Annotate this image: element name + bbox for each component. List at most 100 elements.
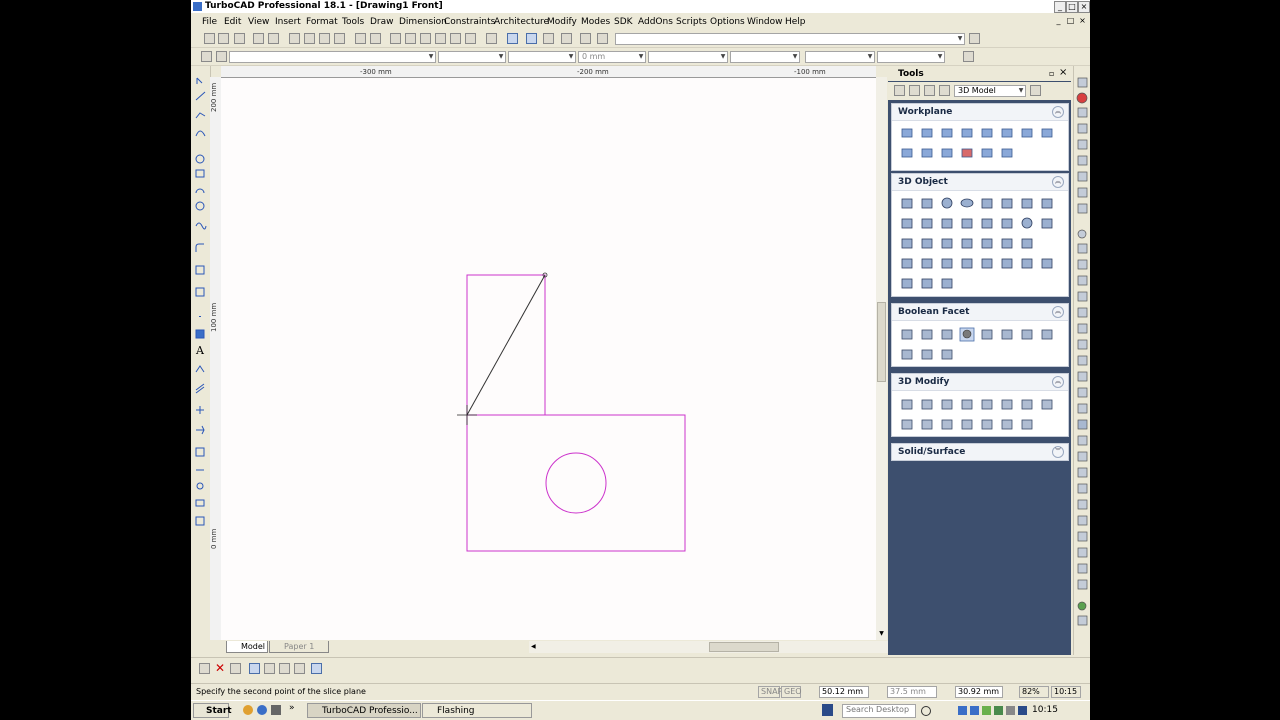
list-icon[interactable] bbox=[230, 663, 241, 674]
close-button[interactable]: × bbox=[1078, 1, 1090, 13]
tray-icon[interactable] bbox=[982, 706, 991, 715]
line-width-combo[interactable]: 0 mm ▼ bbox=[578, 51, 646, 63]
color-combo[interactable]: ▼ bbox=[438, 51, 506, 63]
tray-icon[interactable] bbox=[1018, 706, 1027, 715]
mode-select[interactable]: 3D Model ▼ bbox=[954, 85, 1026, 97]
plane-icon[interactable] bbox=[294, 663, 305, 674]
palette-options-icon[interactable] bbox=[1030, 85, 1041, 96]
vertical-scrollbar[interactable]: ▼ bbox=[876, 77, 887, 640]
command-combo[interactable]: ▼ bbox=[615, 33, 965, 45]
layer-manager-icon[interactable] bbox=[216, 51, 227, 62]
tray-icon[interactable] bbox=[1006, 706, 1015, 715]
properties-icon[interactable] bbox=[486, 33, 497, 44]
zoom-out-icon[interactable] bbox=[405, 33, 416, 44]
keep-both-icon[interactable] bbox=[264, 663, 275, 674]
mdi-minimize-button[interactable]: _ bbox=[1054, 16, 1063, 25]
horizontal-scroll-thumb[interactable] bbox=[709, 642, 779, 652]
menu-architecture[interactable]: Architecture bbox=[494, 17, 549, 27]
scroll-down-arrow[interactable]: ▼ bbox=[877, 629, 886, 638]
menu-edit[interactable]: Edit bbox=[224, 17, 241, 27]
scroll-left-arrow[interactable]: ◀ bbox=[531, 642, 540, 652]
tray-icon[interactable] bbox=[958, 706, 967, 715]
snap-indicator[interactable]: SNAP bbox=[758, 686, 782, 698]
help-icon[interactable] bbox=[969, 33, 980, 44]
expand-icon[interactable]: ︾ bbox=[1052, 446, 1064, 458]
keep-one-icon[interactable] bbox=[279, 663, 290, 674]
redo-icon[interactable] bbox=[370, 33, 381, 44]
minimize-button[interactable]: _ bbox=[1054, 1, 1066, 13]
start-button[interactable]: Start bbox=[193, 703, 232, 718]
collapse-icon[interactable]: ︽ bbox=[1052, 376, 1064, 388]
menu-help[interactable]: Help bbox=[785, 17, 806, 27]
print-preview-icon[interactable] bbox=[268, 33, 279, 44]
tab-paper-1[interactable]: Paper 1 bbox=[269, 641, 329, 653]
media-icon[interactable] bbox=[271, 705, 281, 715]
new-icon[interactable] bbox=[204, 33, 215, 44]
brush-combo[interactable]: ▼ bbox=[648, 51, 728, 63]
slice-mode-icon[interactable] bbox=[249, 663, 260, 674]
zoom-extents-icon[interactable] bbox=[435, 33, 446, 44]
font-size-combo[interactable]: ▼ bbox=[877, 51, 945, 63]
zoom-page-icon[interactable] bbox=[450, 33, 461, 44]
base-rectangle[interactable] bbox=[466, 414, 686, 552]
menu-sdk[interactable]: SDK bbox=[614, 17, 633, 27]
x-coordinate-field[interactable]: 50.12 mm bbox=[819, 686, 869, 698]
pin-icon[interactable]: ▫ bbox=[1049, 69, 1054, 78]
pen-style-combo[interactable]: ▼ bbox=[508, 51, 576, 63]
vertical-scroll-thumb[interactable] bbox=[877, 302, 886, 382]
maximize-button[interactable]: □ bbox=[1066, 1, 1078, 13]
search-desktop-input[interactable]: Search Desktop bbox=[842, 704, 916, 718]
menu-insert[interactable]: Insert bbox=[275, 17, 301, 27]
menu-scripts[interactable]: Scripts bbox=[676, 17, 707, 27]
save-icon[interactable] bbox=[234, 33, 245, 44]
menu-file[interactable]: File bbox=[202, 17, 217, 27]
browser-icon[interactable] bbox=[243, 705, 253, 715]
copy-icon[interactable] bbox=[304, 33, 315, 44]
geo-indicator[interactable]: GEO bbox=[781, 686, 802, 698]
drawing-canvas[interactable] bbox=[221, 78, 876, 640]
desktop-search-icon[interactable] bbox=[822, 704, 833, 716]
tray-icon[interactable] bbox=[970, 706, 979, 715]
layer-icon[interactable] bbox=[543, 33, 554, 44]
collapse-icon[interactable]: ︽ bbox=[1052, 176, 1064, 188]
zoom-previous-icon[interactable] bbox=[465, 33, 476, 44]
grid-icon[interactable] bbox=[507, 33, 518, 44]
menu-modify[interactable]: Modify bbox=[547, 17, 577, 27]
format-painter-icon[interactable] bbox=[334, 33, 345, 44]
menu-addons[interactable]: AddOns bbox=[638, 17, 673, 27]
finish-icon[interactable] bbox=[199, 663, 210, 674]
quick-launch-icon[interactable] bbox=[257, 705, 267, 715]
globe-icon[interactable] bbox=[939, 85, 950, 96]
open-icon[interactable] bbox=[218, 33, 229, 44]
zoom-in-icon[interactable] bbox=[390, 33, 401, 44]
menu-window[interactable]: Window bbox=[747, 17, 783, 27]
pattern-combo[interactable]: ▼ bbox=[730, 51, 800, 63]
layer-combo[interactable]: ▼ bbox=[229, 51, 436, 63]
taskbar-turbocad[interactable]: TurboCAD Professio... bbox=[307, 703, 421, 718]
select-tree-icon[interactable] bbox=[924, 85, 935, 96]
workplane-mode-icon[interactable] bbox=[311, 663, 322, 674]
search-icon[interactable] bbox=[921, 706, 931, 716]
collapse-icon[interactable]: ︽ bbox=[1052, 306, 1064, 318]
mdi-close-button[interactable]: × bbox=[1078, 16, 1087, 25]
more-icon[interactable]: » bbox=[289, 703, 295, 713]
cancel-icon[interactable]: ✕ bbox=[215, 661, 225, 675]
workspace-icon[interactable] bbox=[597, 33, 608, 44]
design-director-icon[interactable] bbox=[580, 33, 591, 44]
menu-format[interactable]: Format bbox=[306, 17, 338, 27]
menu-options[interactable]: Options bbox=[710, 17, 745, 27]
settings-icon[interactable] bbox=[201, 51, 212, 62]
font-combo[interactable]: ▼ bbox=[805, 51, 875, 63]
menu-dimension[interactable]: Dimension bbox=[399, 17, 447, 27]
properties-toggle-icon[interactable] bbox=[963, 51, 974, 62]
menu-constraints[interactable]: Constraints bbox=[444, 17, 495, 27]
y-coordinate-field[interactable]: 37.5 mm bbox=[887, 686, 937, 698]
taskbar-flashing[interactable]: Flashing bbox=[422, 703, 532, 718]
tools-close-icon[interactable]: × bbox=[1059, 67, 1067, 78]
select-edit-icon[interactable] bbox=[909, 85, 920, 96]
tab-model[interactable]: Model bbox=[226, 641, 268, 653]
zoom-window-icon[interactable] bbox=[420, 33, 431, 44]
z-coordinate-field[interactable]: 30.92 mm bbox=[955, 686, 1003, 698]
print-icon[interactable] bbox=[253, 33, 264, 44]
mdi-restore-button[interactable]: □ bbox=[1066, 16, 1075, 25]
